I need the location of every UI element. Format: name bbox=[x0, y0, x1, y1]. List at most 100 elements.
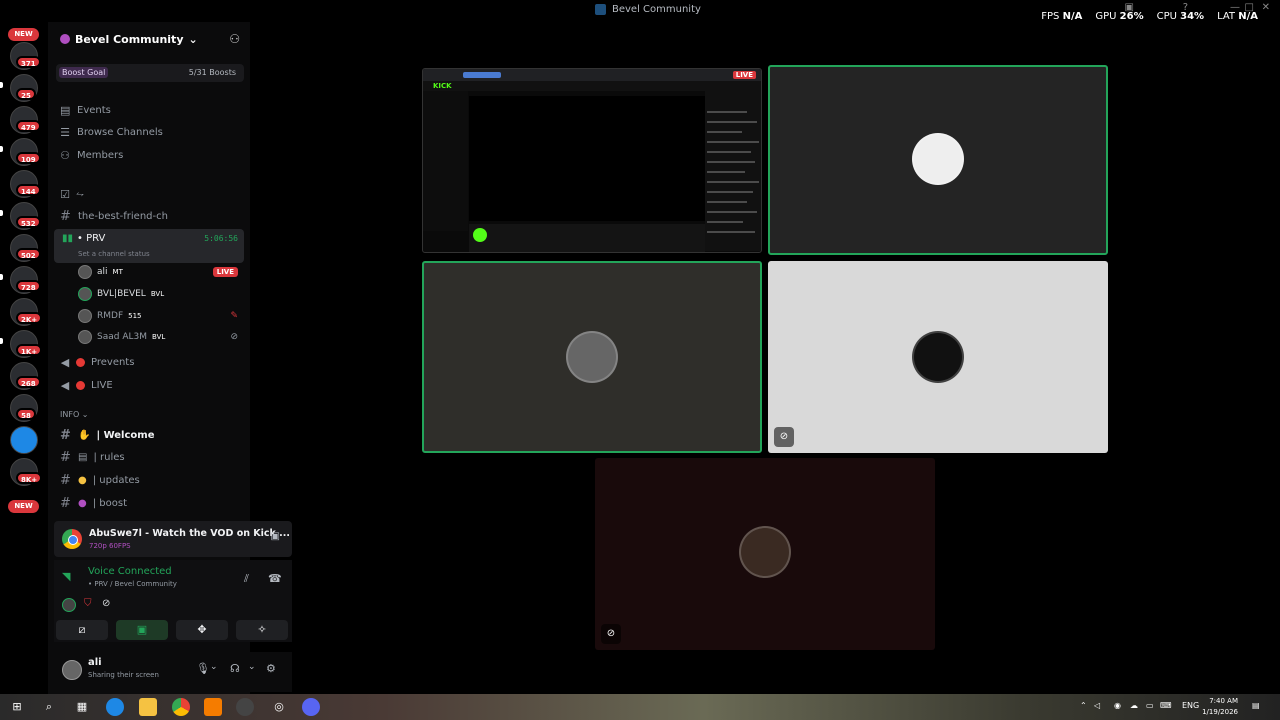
avatar[interactable] bbox=[62, 660, 82, 680]
category-label: INFO bbox=[60, 410, 80, 419]
server-icon[interactable] bbox=[10, 426, 38, 454]
microphone-icon[interactable]: 🎙 bbox=[196, 662, 210, 675]
noise-suppression-icon[interactable]: ⫽ bbox=[244, 572, 249, 586]
channel-the-best-friend-ch[interactable]: # the-best-friend-ch bbox=[60, 206, 244, 226]
edge-icon[interactable] bbox=[106, 698, 124, 716]
voice-location[interactable]: • PRV / Bevel Community bbox=[88, 580, 177, 588]
nav-events[interactable]: ▤ Events bbox=[60, 104, 111, 117]
chevron-down-icon[interactable]: ⌄ bbox=[248, 662, 256, 672]
chrome-icon[interactable] bbox=[172, 698, 190, 716]
boost-goal-bar[interactable]: Boost Goal 5/31 Boosts bbox=[56, 64, 244, 82]
file-explorer-icon[interactable] bbox=[139, 698, 157, 716]
chat-line bbox=[707, 191, 753, 193]
mention-badge: 532 bbox=[16, 216, 41, 228]
unread-indicator bbox=[0, 338, 3, 344]
nav-browse-label: Browse Channels bbox=[77, 127, 163, 138]
chevron-down-icon[interactable]: ⌄ bbox=[210, 662, 218, 672]
steam-icon[interactable]: ◎ bbox=[270, 698, 288, 716]
channel-label: ⥊ bbox=[76, 188, 84, 200]
mic-icon[interactable]: ◉ bbox=[1114, 701, 1121, 710]
mention-badge: 109 bbox=[16, 152, 41, 164]
member-name: BVL|BEVEL bbox=[97, 289, 146, 299]
new-servers-pill-bottom[interactable]: NEW bbox=[8, 500, 39, 513]
chat-line bbox=[707, 201, 747, 203]
channel-live[interactable]: ◀ LIVE bbox=[60, 375, 244, 395]
app-icon[interactable] bbox=[236, 698, 254, 716]
activities-button[interactable]: ✥ bbox=[176, 620, 228, 640]
channel-updates[interactable]: # ● | updates bbox=[60, 470, 244, 490]
screen-share-button[interactable]: ▣ bbox=[116, 620, 168, 640]
channel-unnamed[interactable]: ☑ ⥊ bbox=[60, 184, 244, 204]
channel-prevents[interactable]: ◀ Prevents bbox=[60, 352, 244, 372]
headphones-icon[interactable]: ☊ bbox=[230, 662, 240, 675]
minimize-button[interactable]: — bbox=[1230, 2, 1240, 13]
member-name: Saad AL3M bbox=[97, 332, 147, 342]
server-header[interactable]: Bevel Community ⌄ bbox=[48, 22, 250, 56]
participant-tile[interactable] bbox=[422, 261, 762, 453]
member-name: RMDF bbox=[97, 311, 124, 321]
app-icon[interactable] bbox=[204, 698, 222, 716]
store-icon[interactable]: ▦ bbox=[73, 698, 91, 716]
unread-indicator bbox=[0, 82, 3, 88]
server-rail: NEW 371 25 479 109 144 532 502 728 2K+ 1… bbox=[0, 22, 48, 694]
volume-icon[interactable]: ◁ bbox=[1094, 701, 1100, 710]
participant-tile[interactable] bbox=[768, 65, 1108, 255]
avatar bbox=[78, 265, 92, 279]
channel-welcome[interactable]: # ✋ | Welcome bbox=[60, 425, 244, 445]
windows-start-icon[interactable]: ⊞ bbox=[8, 698, 26, 716]
user-name: ali bbox=[88, 657, 102, 668]
avatar bbox=[78, 287, 92, 301]
voice-channel-prv[interactable]: ▮▮ • PRV 5:06:56 Set a channel status bbox=[54, 229, 244, 263]
voice-member[interactable]: RMDF 515 ✎ bbox=[78, 306, 244, 326]
notifications-icon[interactable]: ▤ bbox=[1252, 701, 1260, 710]
server-name: Bevel Community bbox=[75, 32, 184, 46]
taskbar-clock[interactable]: 7:40 AM 1/19/2026 bbox=[1202, 696, 1238, 718]
chat-line bbox=[707, 211, 757, 213]
disconnect-icon[interactable]: ☎ bbox=[268, 572, 282, 585]
camera-button[interactable]: ⧄ bbox=[56, 620, 108, 640]
inbox-icon[interactable]: ▣ bbox=[1125, 2, 1134, 13]
help-icon[interactable]: ? bbox=[1183, 2, 1188, 13]
browse-icon: ☰ bbox=[60, 126, 70, 139]
speaker-icon: ◀ bbox=[60, 355, 70, 369]
channel-rules[interactable]: # ▤ | rules bbox=[60, 447, 244, 467]
clipboard-emoji-icon: ▤ bbox=[78, 451, 88, 463]
close-button[interactable]: ✕ bbox=[1262, 2, 1270, 13]
stream-quality: 720p 60FPS bbox=[89, 542, 131, 550]
activity-card[interactable]: AbuSwe7l - Watch the VOD on Kick ... 720… bbox=[54, 521, 292, 557]
stop-stream-icon[interactable]: ▣ bbox=[271, 531, 280, 542]
nav-browse-channels[interactable]: ☰ Browse Channels bbox=[60, 126, 163, 139]
nav-members[interactable]: ⚇ Members bbox=[60, 149, 123, 162]
maximize-button[interactable]: □ bbox=[1245, 2, 1254, 13]
screen-share-tile[interactable]: KICK LIVE bbox=[422, 68, 762, 253]
channel-boost[interactable]: # ● | boost bbox=[60, 493, 244, 513]
unread-indicator bbox=[0, 146, 3, 152]
channel-status-prompt[interactable]: Set a channel status bbox=[78, 250, 150, 258]
invite-people-icon[interactable]: ⚇ bbox=[229, 32, 240, 46]
battery-icon[interactable]: ▭ bbox=[1146, 701, 1154, 710]
settings-gear-icon[interactable]: ⚙ bbox=[266, 662, 276, 675]
camera-off-icon: ⧄ bbox=[78, 623, 86, 636]
chat-line bbox=[707, 131, 742, 133]
participant-tile[interactable]: ⊘ bbox=[595, 458, 935, 650]
avatar bbox=[62, 598, 76, 612]
tray-overflow-icon[interactable]: ⌃ bbox=[1080, 701, 1087, 710]
member-tag: MT bbox=[112, 268, 123, 276]
mention-badge: 58 bbox=[16, 408, 36, 420]
search-icon[interactable]: ⌕ bbox=[40, 698, 58, 716]
mention-badge: 371 bbox=[16, 56, 41, 68]
voice-member[interactable]: ali MT LIVE bbox=[78, 262, 244, 282]
chat-line bbox=[707, 221, 743, 223]
discord-window: Bevel Community FPS N/A GPU 26% CPU 34% … bbox=[0, 0, 1280, 720]
new-servers-pill-top[interactable]: NEW bbox=[8, 28, 39, 41]
voice-member[interactable]: Saad AL3M BVL ⊘ bbox=[78, 327, 244, 347]
voice-member[interactable]: BVL|BEVEL BVL bbox=[78, 284, 244, 304]
discord-icon[interactable] bbox=[302, 698, 320, 716]
keyboard-icon[interactable]: ⌨ bbox=[1160, 701, 1172, 710]
category-info[interactable]: INFO ⌄ bbox=[60, 410, 89, 419]
language-indicator[interactable]: ENG bbox=[1182, 701, 1199, 710]
participant-tile[interactable]: ⊘ bbox=[768, 261, 1108, 453]
wifi-icon[interactable]: ☁ bbox=[1130, 701, 1138, 710]
cpu-readout: CPU 34% bbox=[1156, 11, 1205, 22]
soundboard-button[interactable]: ✧ bbox=[236, 620, 288, 640]
